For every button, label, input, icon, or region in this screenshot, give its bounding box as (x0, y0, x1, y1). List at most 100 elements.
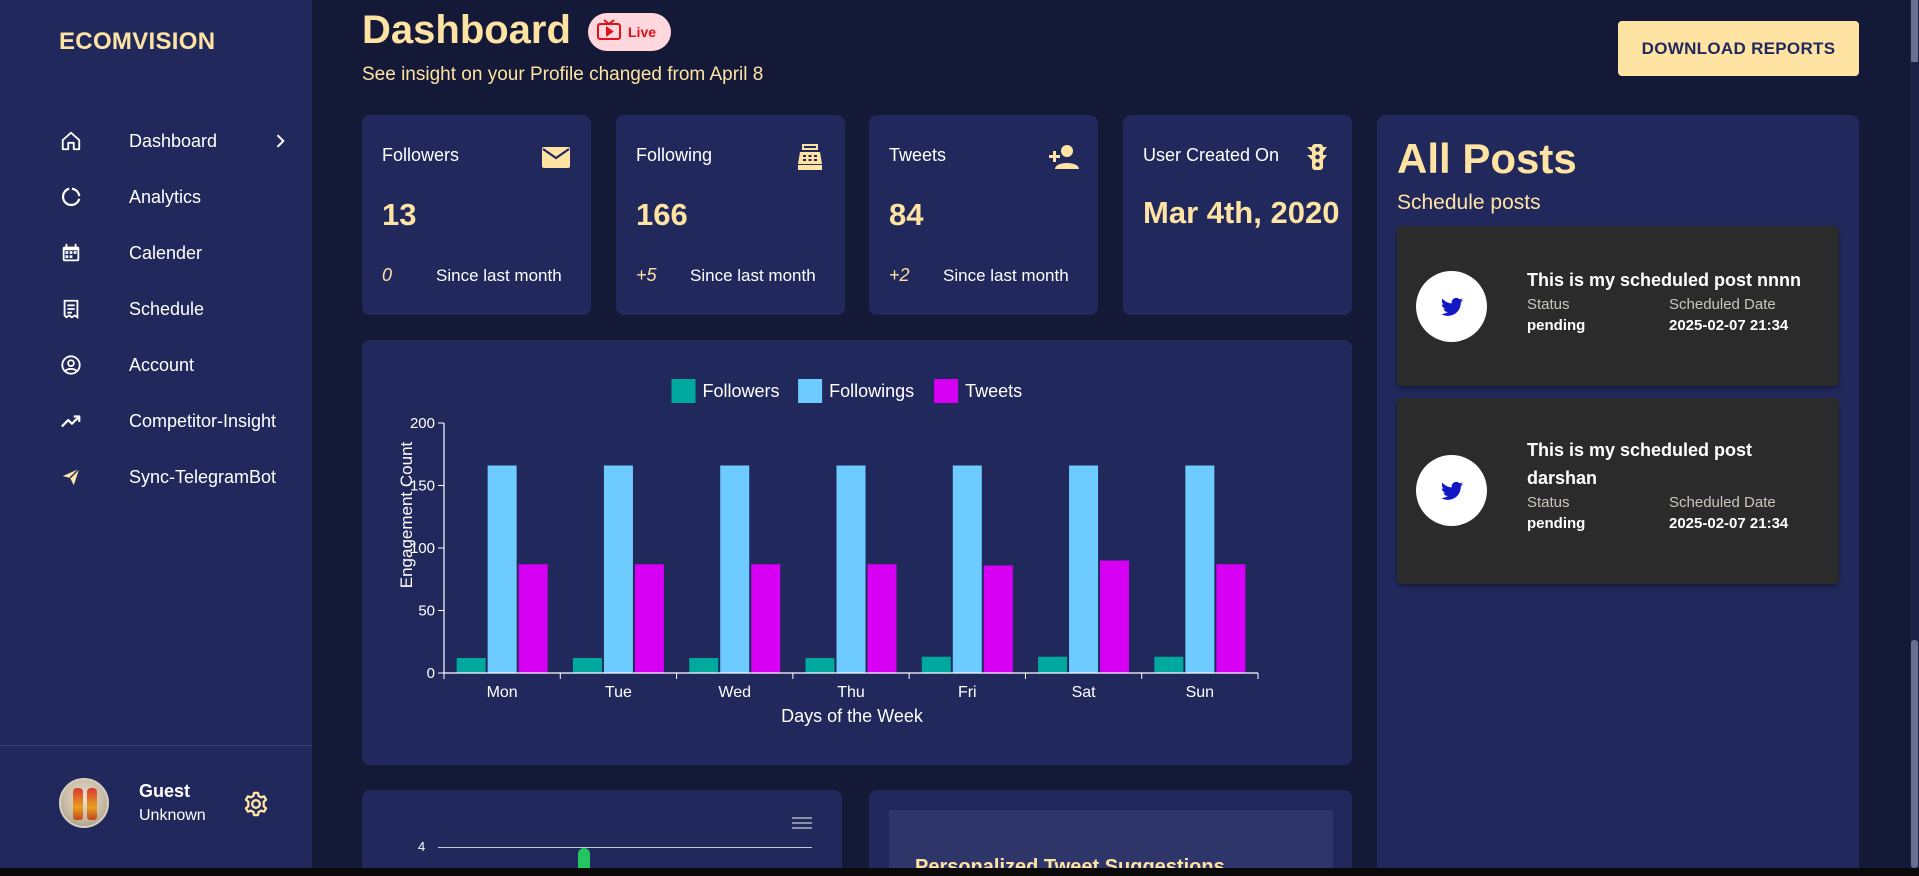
x-tick-label: Wed (718, 684, 751, 701)
post-status-label: Status (1527, 296, 1570, 313)
post-title: This is my scheduled post darshan (1527, 440, 1753, 488)
twitter-bird-icon (1416, 271, 1487, 342)
y-tick-label: 200 (410, 415, 435, 432)
legend-label: Tweets (965, 381, 1022, 401)
bar-followers (456, 658, 486, 673)
stat-label: User Created On (1143, 145, 1280, 165)
stat-value: 13 (382, 197, 417, 232)
bar-followings (952, 465, 982, 673)
bar-followers (805, 658, 835, 673)
stat-card-following: Following 166 +5 Since last month (616, 115, 845, 315)
scheduled-post-card[interactable]: This is my scheduled post darshan Status… (1397, 398, 1839, 584)
live-label: Live (628, 24, 657, 40)
stat-since: Since last month (436, 266, 562, 285)
live-tv-icon (596, 18, 622, 46)
download-reports-button[interactable]: DOWNLOAD REPORTS (1618, 21, 1859, 76)
sidebar-item-calender[interactable]: Calender (0, 225, 312, 281)
twitter-bird-icon (1416, 455, 1487, 526)
stat-delta: +5 (636, 265, 657, 285)
stat-since: Since last month (690, 266, 816, 285)
post-date-label: Scheduled Date (1669, 494, 1776, 511)
gridline (438, 847, 812, 848)
bar-followers (1038, 656, 1068, 673)
sidebar-item-dashboard[interactable]: Dashboard (0, 113, 312, 169)
bar-tweets (518, 564, 548, 673)
bar-followers (689, 658, 719, 673)
post-status-label: Status (1527, 494, 1570, 511)
stat-card-tweets: Tweets 84 +2 Since last month (869, 115, 1098, 315)
y-tick-label: 50 (418, 603, 435, 620)
x-tick-label: Sat (1072, 684, 1097, 701)
posts-title: All Posts (1397, 135, 1577, 182)
bar-tweets (751, 564, 781, 673)
post-date-label: Scheduled Date (1669, 296, 1776, 313)
bar-tweets (867, 564, 897, 673)
legend-label: Followers (703, 381, 780, 401)
legend-label: Followings (829, 381, 914, 401)
sidebar-divider (0, 745, 312, 746)
x-tick-label: Thu (837, 684, 865, 701)
send-icon (60, 466, 82, 488)
legend-swatch (798, 379, 823, 403)
stat-label: Following (636, 145, 713, 165)
x-tick-label: Mon (487, 684, 518, 701)
receipt-icon (60, 298, 82, 320)
sidebar-item-sync-telegrambot[interactable]: Sync-TelegramBot (0, 449, 312, 505)
legend-swatch (671, 379, 696, 403)
post-status-value: pending (1527, 515, 1586, 532)
legend-swatch (934, 379, 959, 403)
stat-label: Tweets (889, 145, 947, 165)
account-icon (60, 354, 82, 376)
page-title: Dashboard (362, 8, 571, 52)
person-add-icon (1048, 143, 1079, 171)
bar-tweets (1100, 560, 1130, 673)
home-icon (60, 130, 82, 152)
sidebar-item-label: Analytics (129, 186, 202, 207)
stat-value: 84 (889, 197, 924, 232)
avatar[interactable] (59, 778, 109, 828)
chevron-right-icon (270, 131, 290, 151)
stat-date-value: Mar 4th, 2020 (1143, 195, 1340, 230)
mini-chart-card: 4 (362, 790, 842, 876)
scrollbar-thumb[interactable] (1911, 640, 1918, 868)
x-tick-label: Fri (958, 684, 977, 701)
page-subtitle: See insight on your Profile changed from… (362, 64, 764, 85)
bar-followings (720, 465, 750, 673)
engagement-bar-chart: Followers Followings Tweets 050100150200Mo… (397, 379, 1259, 726)
stat-card-followers: Followers 13 0 Since last month (362, 115, 591, 315)
posts-subtitle: Schedule posts (1397, 191, 1541, 214)
point-of-sale-icon (795, 143, 825, 171)
post-date-value: 2025-02-07 21:34 (1669, 317, 1789, 334)
x-axis-label: Days of the Week (781, 706, 924, 726)
settings-gear-icon[interactable] (242, 790, 270, 818)
all-posts-panel: All Posts Schedule posts This is my sche… (1377, 115, 1859, 875)
sidebar-item-competitor-insight[interactable]: Competitor-Insight (0, 393, 312, 449)
sidebar-item-label: Dashboard (129, 130, 218, 151)
user-name: Guest (139, 781, 191, 801)
scrollbar-arrow[interactable] (1911, 0, 1918, 62)
window-bottom-edge (0, 868, 1919, 876)
sidebar: ECOMVISION Dashboard Analytics Calender (0, 0, 312, 868)
analytics-icon (60, 186, 82, 208)
bar-tweets (1216, 564, 1246, 673)
stat-delta: 0 (382, 265, 393, 285)
post-date-value: 2025-02-07 21:34 (1669, 515, 1789, 532)
sidebar-item-label: Schedule (129, 298, 205, 319)
sidebar-item-account[interactable]: Account (0, 337, 312, 393)
scheduled-post-card[interactable]: This is my scheduled post nnnn Status Sc… (1397, 226, 1839, 386)
trending-up-icon (60, 410, 82, 432)
sidebar-item-analytics[interactable]: Analytics (0, 169, 312, 225)
tweet-suggestions-card: Personalized Tweet Suggestions (869, 790, 1352, 876)
chart-legend: Followers Followings Tweets (671, 379, 1022, 403)
sidebar-item-label: Account (129, 354, 195, 375)
sidebar-item-label: Calender (129, 242, 203, 263)
sidebar-item-schedule[interactable]: Schedule (0, 281, 312, 337)
calendar-icon (60, 242, 82, 264)
post-status-value: pending (1527, 317, 1586, 334)
bar-followings (1185, 465, 1215, 673)
y-tick-label: 0 (427, 665, 435, 682)
sidebar-item-label: Competitor-Insight (129, 410, 277, 431)
bar-tweets (983, 565, 1013, 673)
stat-delta: +2 (889, 265, 910, 285)
hamburger-menu-icon[interactable] (792, 816, 812, 832)
